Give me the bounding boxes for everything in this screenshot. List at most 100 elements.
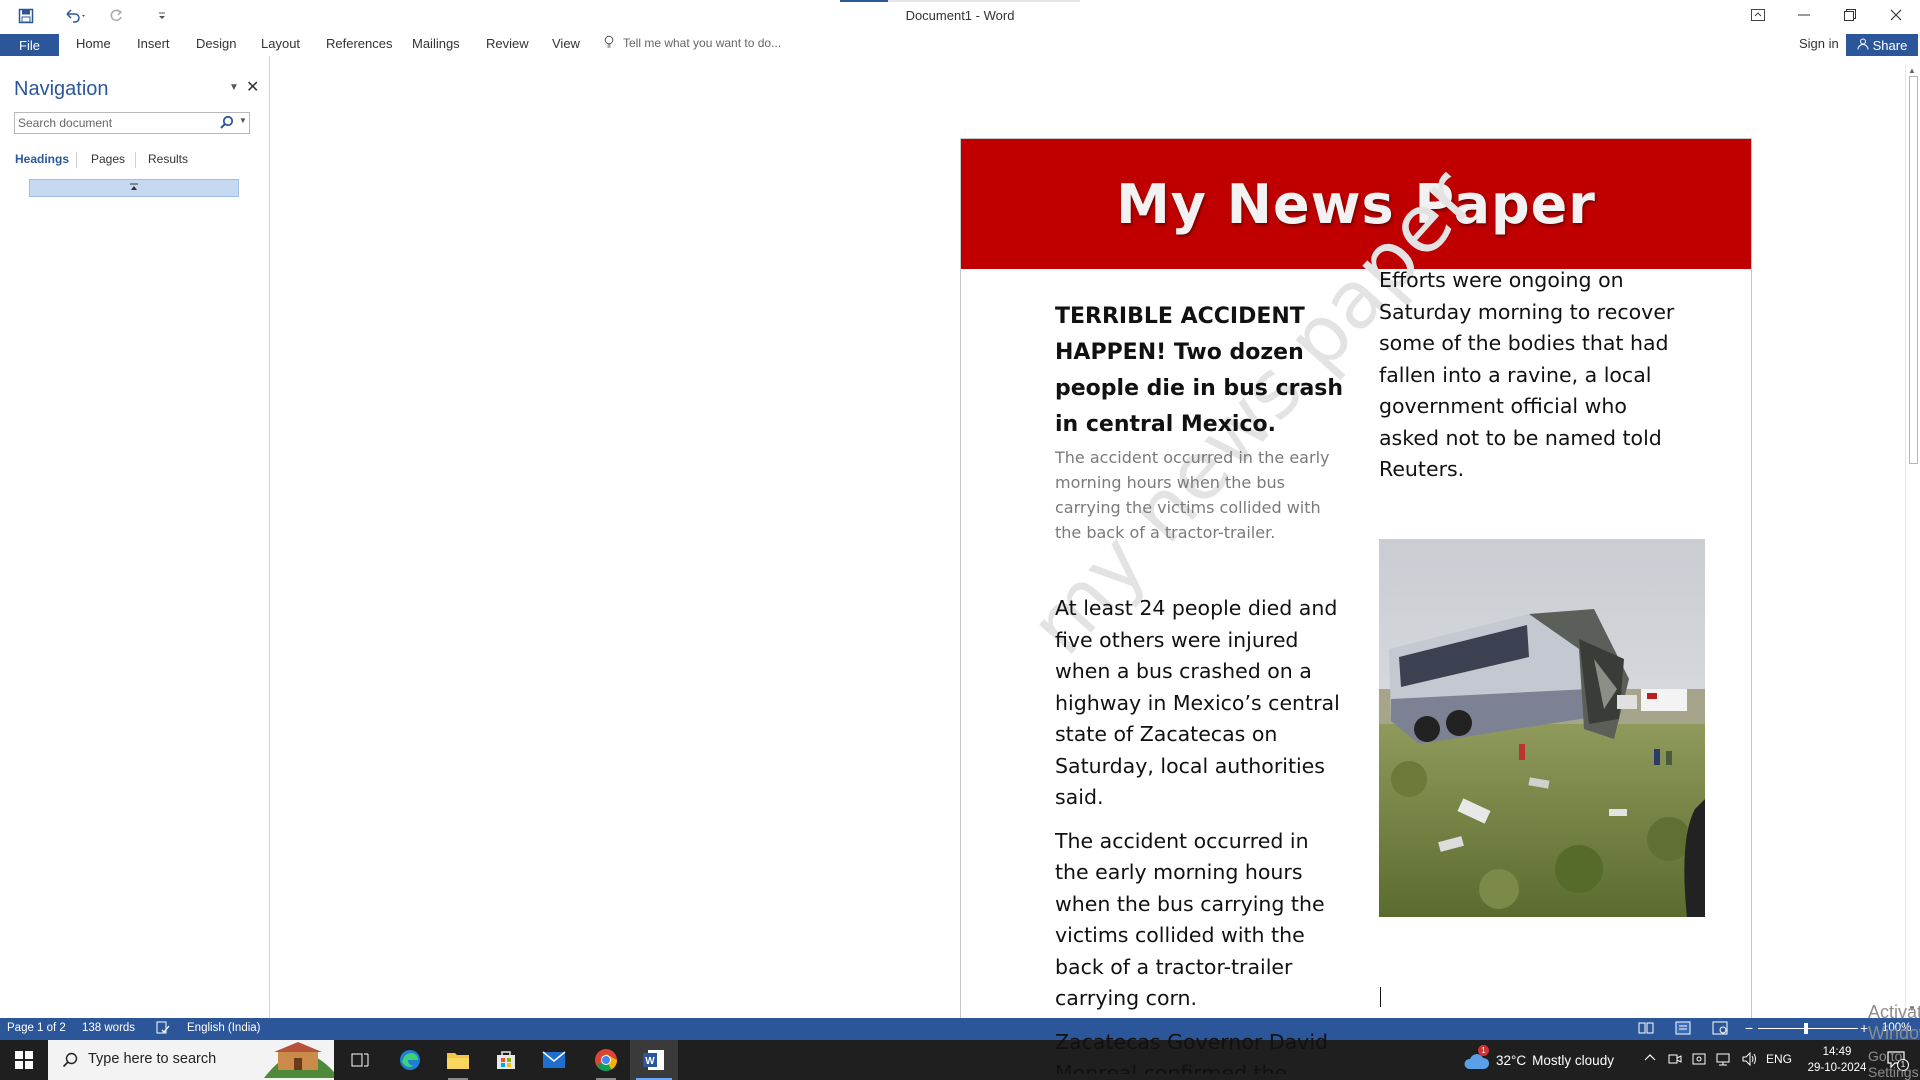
file-tab[interactable]: File: [0, 34, 59, 56]
search-icon: [62, 1052, 78, 1068]
meet-now-icon[interactable]: [1668, 1052, 1682, 1069]
windows-taskbar: Type here to search W 1 32°C Mostly clou…: [0, 1040, 1920, 1080]
task-view-icon[interactable]: [336, 1040, 384, 1080]
navigation-search-box: ▼: [14, 112, 250, 134]
article-headline: TERRIBLE ACCIDENT HAPPEN! Two dozen peop…: [1055, 304, 1344, 437]
network-icon[interactable]: [1716, 1052, 1732, 1069]
taskbar-search-placeholder: Type here to search: [88, 1051, 217, 1067]
mail-tray-icon[interactable]: [1692, 1052, 1706, 1069]
nav-tab-headings[interactable]: Headings: [15, 152, 69, 166]
mail-icon[interactable]: [530, 1040, 578, 1080]
show-hidden-icons-chevron-icon[interactable]: [1644, 1052, 1656, 1067]
misspelled-word[interactable]: Monreal: [1055, 1061, 1137, 1074]
search-icon[interactable]: [219, 115, 235, 131]
print-layout-icon[interactable]: [1675, 1021, 1693, 1035]
masthead-title: My News Paper: [1116, 172, 1596, 236]
title-bar: Document1 - Word: [0, 0, 1920, 32]
masthead-banner: My News Paper: [961, 139, 1751, 269]
ribbon-tabs: File Home Insert Design Layout Reference…: [0, 32, 1920, 56]
right-column: Efforts were ongoing on Saturday morning…: [1379, 265, 1679, 486]
article-paragraph: Efforts were ongoing on Saturday morning…: [1379, 268, 1675, 481]
clock-date: 29-10-2024: [1807, 1062, 1867, 1074]
lightbulb-icon: [604, 35, 614, 49]
navigation-title: Navigation: [14, 78, 109, 100]
tab-design[interactable]: Design: [196, 36, 236, 51]
activate-windows-subtitle: Go to Settings to activate Windows.: [1868, 1048, 1920, 1080]
web-layout-icon[interactable]: [1712, 1021, 1730, 1035]
zoom-slider[interactable]: [1758, 1028, 1858, 1029]
cloudy-weather-icon: 1: [1464, 1045, 1490, 1071]
person-icon: [1857, 38, 1869, 53]
weather-alert-badge: 1: [1478, 1045, 1489, 1056]
proofing-icon[interactable]: [156, 1021, 170, 1038]
page-count[interactable]: Page 1 of 2: [7, 1022, 66, 1034]
collapse-arrow-icon: [130, 183, 138, 193]
tell-me-search[interactable]: Tell me what you want to do...: [623, 36, 781, 50]
paragraph-text: Zacatecas Governor David: [1055, 1029, 1329, 1054]
ribbon-display-options-icon[interactable]: [1735, 0, 1781, 30]
scroll-up-arrow-icon[interactable]: ▲: [1908, 66, 1916, 75]
nav-tab-divider: [76, 152, 77, 168]
document-canvas[interactable]: My News Paper my news paper TERRIBLE ACC…: [270, 56, 1920, 1080]
chrome-browser-icon[interactable]: [582, 1040, 630, 1080]
search-options-chevron-icon[interactable]: ▼: [239, 116, 247, 125]
article-paragraph: Zacatecas Governor David Monreal confirm…: [1055, 1027, 1345, 1075]
restore-icon[interactable]: [1827, 0, 1873, 30]
sign-in-link[interactable]: Sign in: [1799, 36, 1839, 51]
search-highlight-illustration-icon: [264, 1042, 334, 1078]
share-button[interactable]: Share: [1846, 34, 1918, 56]
input-language-indicator[interactable]: ENG: [1766, 1052, 1792, 1066]
microsoft-store-icon[interactable]: [482, 1040, 530, 1080]
activate-windows-title: Activate Windows: [1868, 1002, 1920, 1043]
title-accent-line-secondary: [888, 0, 1080, 2]
navigation-options-icon[interactable]: ▼: [229, 82, 239, 93]
zoom-out-icon[interactable]: −: [1745, 1020, 1753, 1036]
title-accent-line: [840, 0, 888, 2]
zoom-slider-thumb[interactable]: [1804, 1023, 1808, 1034]
edge-browser-icon[interactable]: [386, 1040, 434, 1080]
nav-tab-pages[interactable]: Pages: [91, 152, 125, 166]
minimize-icon[interactable]: [1781, 0, 1827, 30]
text-cursor: [1380, 987, 1381, 1007]
document-page[interactable]: My News Paper my news paper TERRIBLE ACC…: [960, 138, 1752, 1074]
navigation-close-icon[interactable]: ✕: [246, 77, 259, 97]
article-subheading: The accident occurred in the early morni…: [1055, 448, 1330, 542]
tab-layout[interactable]: Layout: [261, 36, 300, 51]
left-column: TERRIBLE ACCIDENT HAPPEN! Two dozen peop…: [1055, 299, 1345, 1074]
article-paragraph: At least 24 people died and five others …: [1055, 596, 1340, 809]
bus-crash-photo[interactable]: [1379, 539, 1705, 917]
activate-windows-notice: Activate Windows Go to Settings to activ…: [1868, 1002, 1920, 1080]
taskbar-search-box[interactable]: Type here to search: [48, 1040, 334, 1080]
vertical-scrollbar[interactable]: ▲ ▼: [1905, 64, 1920, 1018]
heading-placeholder-item[interactable]: [29, 179, 239, 197]
nav-tab-results[interactable]: Results: [148, 152, 188, 166]
share-label: Share: [1872, 37, 1908, 53]
tab-mailings[interactable]: Mailings: [412, 36, 460, 51]
weather-widget[interactable]: 1 32°C Mostly cloudy: [1464, 1040, 1614, 1080]
nav-tab-divider: [135, 152, 136, 168]
word-count[interactable]: 138 words: [82, 1022, 135, 1034]
article-paragraph: The accident occurred in the early morni…: [1055, 828, 1325, 1011]
tab-references[interactable]: References: [326, 36, 392, 51]
read-mode-icon[interactable]: [1638, 1021, 1656, 1035]
svg-text:W: W: [645, 1056, 655, 1067]
navigation-pane: Navigation ▼ ✕ ▼ Headings Pages Results: [0, 56, 270, 1018]
status-bar: Page 1 of 2 138 words English (India) − …: [0, 1018, 1920, 1040]
scrollbar-thumb[interactable]: [1909, 76, 1918, 464]
taskbar-clock[interactable]: 14:49 29-10-2024: [1802, 1044, 1872, 1076]
tab-home[interactable]: Home: [76, 36, 111, 51]
weather-description: Mostly cloudy: [1532, 1052, 1614, 1068]
windows-start-icon[interactable]: [0, 1040, 48, 1080]
word-app-icon[interactable]: W: [630, 1040, 678, 1080]
tab-review[interactable]: Review: [486, 36, 529, 51]
tab-view[interactable]: View: [552, 36, 580, 51]
tab-insert[interactable]: Insert: [137, 36, 170, 51]
zoom-in-icon[interactable]: +: [1860, 1020, 1868, 1036]
volume-icon[interactable]: [1742, 1051, 1758, 1069]
close-icon[interactable]: [1873, 0, 1919, 30]
window-title: Document1 - Word: [905, 8, 1015, 23]
file-explorer-icon[interactable]: [434, 1040, 482, 1080]
paragraph-text: confirmed the: [1137, 1061, 1288, 1074]
search-document-input[interactable]: [15, 113, 215, 133]
language-indicator[interactable]: English (India): [187, 1022, 261, 1034]
